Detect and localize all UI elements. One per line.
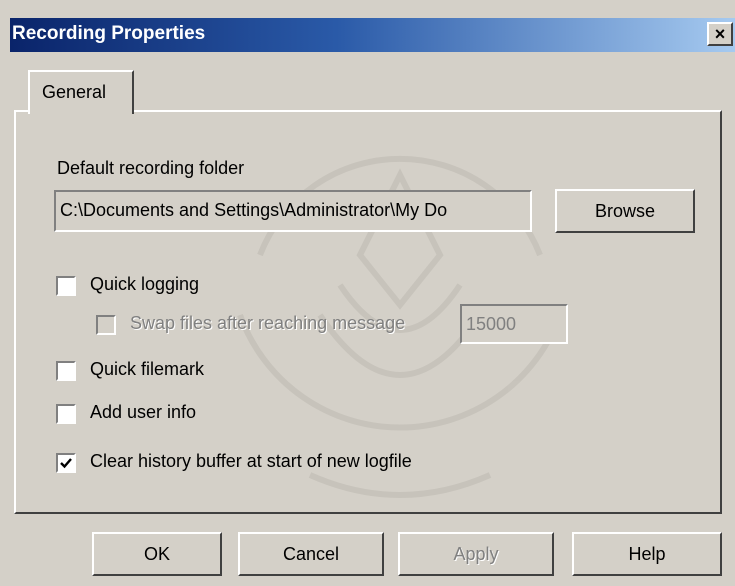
recording-properties-dialog: Recording Properties × General Default r…: [0, 0, 735, 586]
title-bar[interactable]: Recording Properties ×: [10, 18, 735, 52]
ok-button[interactable]: OK: [92, 532, 222, 576]
ok-button-label: OK: [143, 543, 170, 564]
help-button[interactable]: Help: [572, 532, 722, 576]
window-title: Recording Properties: [12, 23, 206, 44]
apply-button-label: Apply: [453, 543, 499, 564]
cancel-button[interactable]: Cancel: [238, 532, 384, 576]
help-button-label: Help: [628, 543, 666, 564]
cancel-button-label: Cancel: [282, 543, 340, 564]
tab-general-label: General: [42, 82, 107, 102]
general-tab-panel: [14, 110, 722, 514]
close-button[interactable]: ×: [707, 22, 733, 46]
tab-general[interactable]: General: [28, 70, 134, 114]
close-icon: ×: [714, 24, 726, 44]
apply-button[interactable]: Apply: [398, 532, 554, 576]
